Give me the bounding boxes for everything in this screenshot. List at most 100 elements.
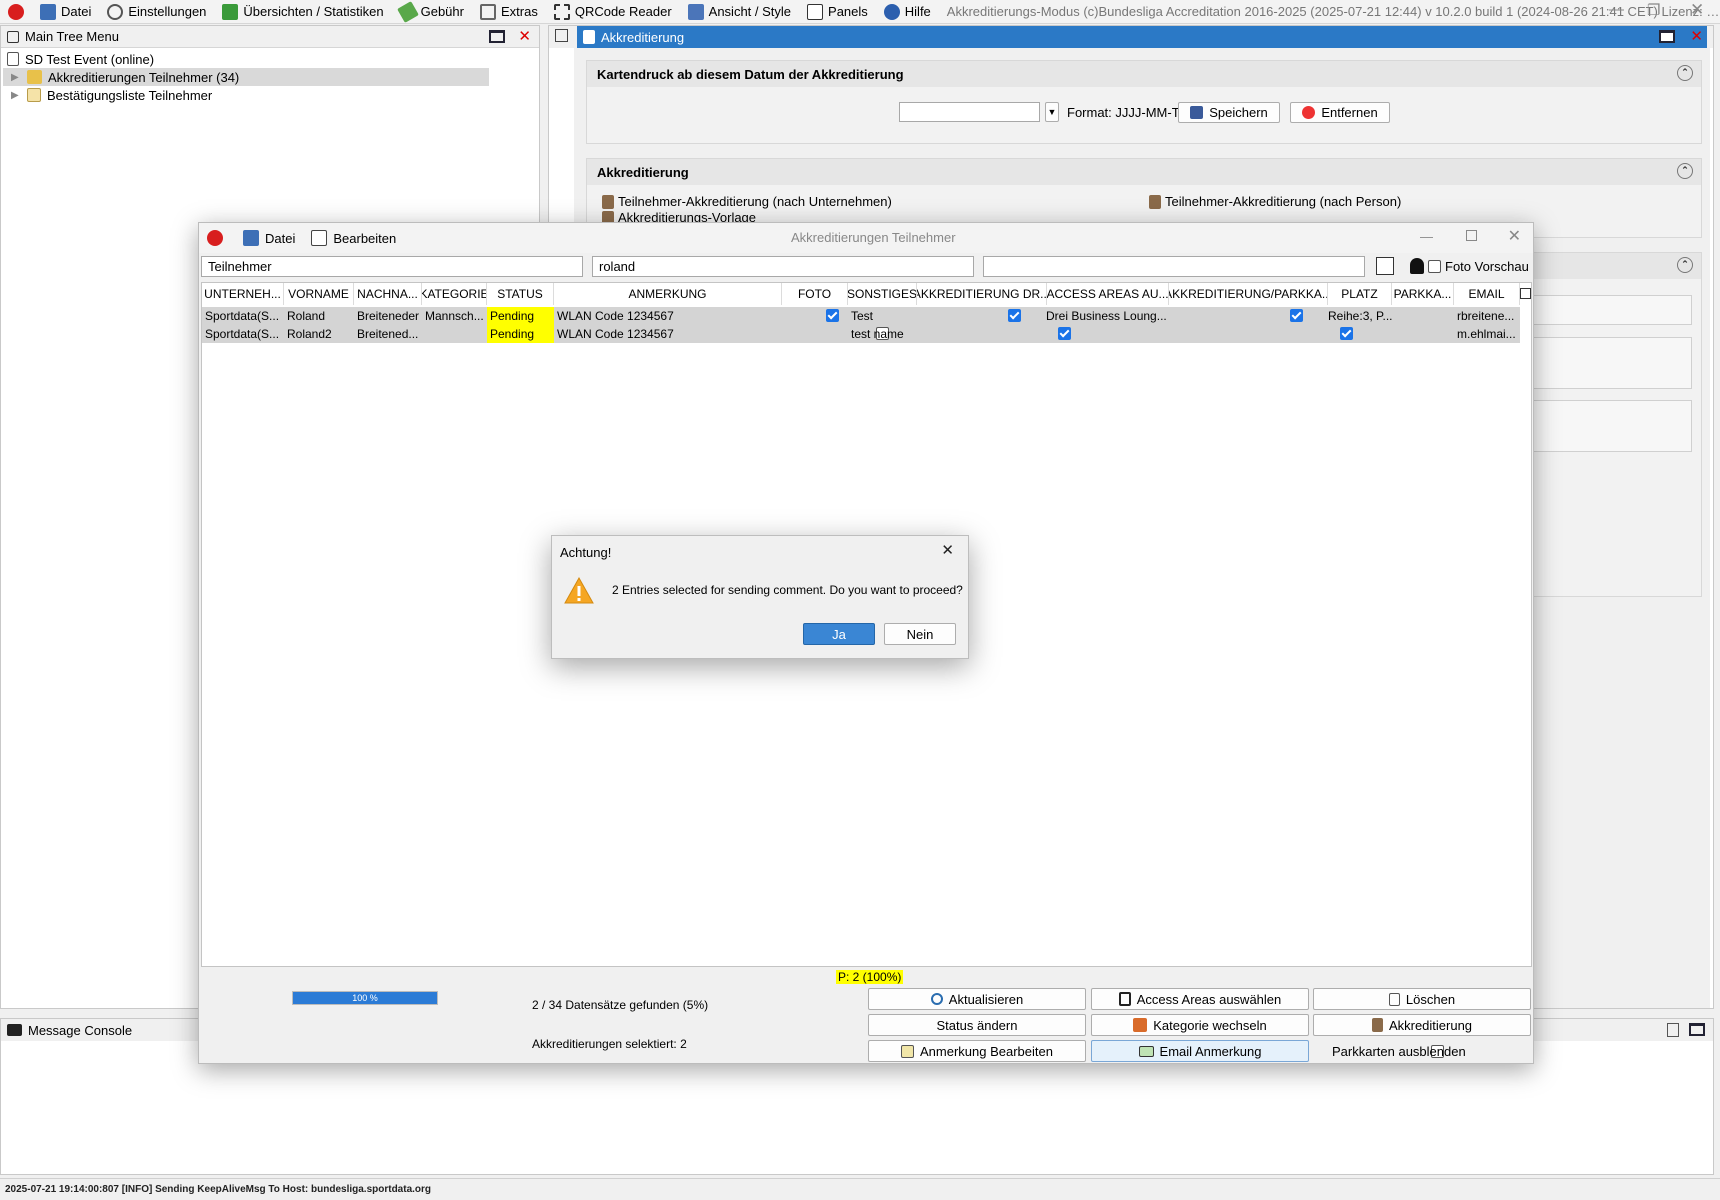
status-message: 2025-07-21 19:14:00:807 [INFO] Sending K…	[5, 1184, 432, 1195]
maximize-window-button[interactable]	[1466, 230, 1477, 241]
filter-extra-input[interactable]	[983, 256, 1365, 277]
gear-icon	[107, 3, 124, 20]
status-aendern-button[interactable]: Status ändern	[868, 1014, 1086, 1036]
person-card-icon	[602, 194, 614, 209]
anmerkung-bearbeiten-button[interactable]: Anmerkung Bearbeiten	[868, 1040, 1086, 1062]
close-panel-icon[interactable]: ✕	[518, 27, 531, 45]
cell-email: rbreitene...	[1457, 309, 1515, 323]
cell-akk-druck-checkbox[interactable]	[1008, 309, 1022, 322]
nein-button[interactable]: Nein	[884, 623, 956, 645]
restore-window-button[interactable]: ❐	[1647, 1, 1660, 19]
email-anmerkung-button[interactable]: Email Anmerkung	[1091, 1040, 1309, 1062]
email-icon	[1138, 1045, 1154, 1057]
column-header[interactable]: KATEGORIE	[422, 283, 487, 305]
close-panel-icon[interactable]: ✕	[1690, 27, 1703, 45]
cell-nachname: Breitened...	[357, 327, 419, 341]
entfernen-button[interactable]: Entfernen	[1290, 102, 1390, 123]
kartendruck-date-input[interactable]	[899, 102, 1040, 122]
kategorie-wechseln-button[interactable]: Kategorie wechseln	[1091, 1014, 1309, 1036]
column-header[interactable]: VORNAME	[284, 283, 354, 305]
column-header[interactable]: AKKREDITIERUNG DR...	[917, 283, 1047, 305]
menu-uebersichten[interactable]: Übersichten / Statistiken	[214, 0, 391, 23]
column-header[interactable]: ACCESS AREAS AU...	[1047, 283, 1169, 305]
sync-icon[interactable]	[555, 29, 568, 42]
ja-button[interactable]: Ja	[803, 623, 875, 645]
column-header[interactable]: PARKKA...	[1392, 283, 1454, 305]
tree-item-bestaetigungsliste[interactable]: ▶ Bestätigungsliste Teilnehmer	[1, 86, 539, 104]
akkreditierung-button[interactable]: Akkreditierung	[1313, 1014, 1531, 1036]
collapse-icon[interactable]: ⌃	[1677, 163, 1693, 179]
minimize-window-button[interactable]: —	[1609, 1, 1624, 18]
app-title: Akkreditierungs-Modus (c)Bundesliga Accr…	[946, 4, 1720, 19]
cell-anmerkung: WLAN Code 1234567	[557, 327, 674, 341]
teilnehmer-window-title: Akkreditierungen Teilnehmer	[791, 230, 956, 245]
column-header[interactable]: EMAIL	[1454, 283, 1520, 305]
category-edit-icon	[1133, 1018, 1148, 1032]
cell-parkkarte	[1392, 307, 1454, 325]
link-teilnehmer-person[interactable]: Teilnehmer-Akkreditierung (nach Person)	[1149, 194, 1401, 209]
kartendruck-title: Kartendruck ab diesem Datum der Akkredit…	[597, 66, 904, 82]
loeschen-button[interactable]: Löschen	[1313, 988, 1531, 1010]
collapse-icon[interactable]: ⌃	[1677, 65, 1693, 81]
column-header[interactable]: STATUS	[487, 283, 554, 305]
column-header[interactable]: FOTO	[782, 283, 848, 305]
menu-hilfe[interactable]: Hilfe	[876, 0, 939, 23]
date-dropdown-button[interactable]: ▼	[1045, 102, 1059, 122]
person-card-icon	[1149, 194, 1161, 209]
folder-icon	[243, 230, 259, 246]
alert-dialog: Achtung! ✕ 2 Entries selected for sendin…	[551, 535, 969, 659]
menu-datei[interactable]: Datei	[32, 0, 99, 23]
close-window-button[interactable]: ✕	[1690, 0, 1704, 20]
expand-arrow-icon[interactable]: ▶	[11, 72, 27, 83]
tree-icon	[7, 30, 19, 43]
menu-panels[interactable]: Panels	[799, 0, 876, 23]
tab-akkreditierung[interactable]: Akkreditierung	[577, 26, 1707, 48]
menu-gebuehr[interactable]: Gebühr	[392, 0, 472, 23]
layout-icon	[687, 3, 704, 20]
column-header[interactable]: AKKREDITIERUNG/PARKKA...	[1169, 283, 1328, 305]
collapse-icon[interactable]: ⌃	[1677, 257, 1693, 273]
trash-icon[interactable]	[1667, 1023, 1679, 1037]
column-header[interactable]: UNTERNEH...	[202, 283, 284, 305]
document-icon	[7, 52, 19, 66]
menu-bearbeiten[interactable]: Bearbeiten	[311, 230, 396, 246]
filter-name-input[interactable]: roland	[592, 256, 974, 277]
speichern-button[interactable]: Speichern	[1178, 102, 1280, 123]
filter-type-input[interactable]: Teilnehmer	[201, 256, 583, 277]
cell-email: m.ehlmai...	[1457, 327, 1516, 341]
person-card-icon	[1371, 1018, 1383, 1032]
menu-qrcode-reader[interactable]: QRCode Reader	[546, 0, 680, 23]
foto-vorschau-checkbox[interactable]	[1428, 260, 1441, 273]
minimize-window-button[interactable]: —	[1420, 229, 1433, 244]
cell-foto-checkbox[interactable]	[825, 309, 839, 322]
main-tree-header: Main Tree Menu ✕	[1, 26, 539, 48]
maximize-panel-icon[interactable]	[489, 30, 505, 43]
column-header[interactable]: SONSTIGES	[848, 283, 917, 305]
cell-akk-park-checkbox[interactable]	[1289, 309, 1303, 322]
menu-datei[interactable]: Datei	[243, 230, 295, 246]
access-areas-button[interactable]: Access Areas auswählen	[1091, 988, 1309, 1010]
folder-people-icon	[27, 70, 42, 84]
alert-close-button[interactable]: ✕	[941, 541, 954, 559]
app-logo-icon	[0, 0, 32, 23]
tree-item-akkreditierungen[interactable]: ▶ Akkreditierungen Teilnehmer (34)	[3, 68, 489, 86]
alert-title: Achtung!	[560, 545, 612, 560]
link-teilnehmer-unternehmen[interactable]: Teilnehmer-Akkreditierung (nach Unterneh…	[602, 194, 892, 209]
column-header[interactable]: NACHNA...	[354, 283, 422, 305]
expand-arrow-icon[interactable]: ▶	[11, 90, 27, 101]
aktualisieren-button[interactable]: Aktualisieren	[868, 988, 1086, 1010]
cell-access-areas	[1043, 325, 1169, 343]
maximize-panel-icon[interactable]	[1659, 30, 1675, 43]
tree-root[interactable]: SD Test Event (online)	[1, 50, 539, 68]
menu-extras[interactable]: Extras	[472, 0, 546, 23]
note-edit-icon	[901, 1044, 914, 1058]
column-chooser-icon[interactable]	[1520, 288, 1531, 299]
close-window-button[interactable]: ✕	[1508, 226, 1521, 246]
menu-ansicht-style[interactable]: Ansicht / Style	[680, 0, 799, 23]
column-header[interactable]: PLATZ	[1328, 283, 1392, 305]
cell-parkkarte	[1392, 325, 1454, 343]
menu-einstellungen[interactable]: Einstellungen	[99, 0, 214, 23]
filter-clear-icon[interactable]	[1376, 257, 1394, 275]
column-header[interactable]: ANMERKUNG	[554, 283, 782, 305]
maximize-panel-icon[interactable]	[1689, 1023, 1705, 1036]
